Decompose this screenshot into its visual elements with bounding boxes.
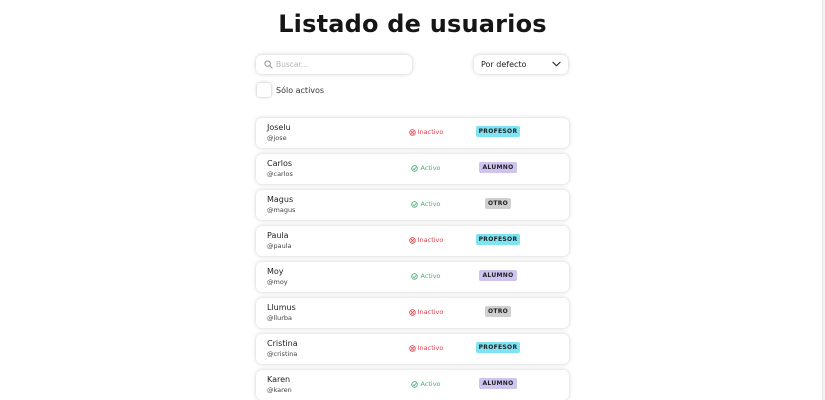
- role-label: OTRO: [484, 306, 512, 317]
- check-circle-icon: [411, 380, 419, 388]
- user-card[interactable]: Karen @karen Activo ALUMNO: [256, 370, 569, 400]
- role-label: OTRO: [484, 198, 512, 209]
- sort-select-value: Por defecto: [481, 60, 527, 69]
- user-handle: @moy: [267, 278, 288, 286]
- status-indicator: Activo: [381, 200, 471, 208]
- status-label: Inactivo: [417, 128, 444, 136]
- active-only-filter[interactable]: Sólo activos: [257, 82, 324, 98]
- user-name: Paula: [267, 231, 289, 240]
- chevron-down-icon: [552, 60, 561, 69]
- role-label: PROFESOR: [475, 126, 521, 137]
- user-handle: @magus: [267, 206, 296, 214]
- status-indicator: Activo: [381, 164, 471, 172]
- user-handle: @cristina: [267, 350, 298, 358]
- user-handle: @llurba: [267, 314, 293, 322]
- user-list-page: Listado de usuarios Por defecto Sólo act…: [0, 0, 825, 400]
- x-circle-icon: [408, 308, 416, 316]
- role-badge: OTRO: [468, 198, 528, 209]
- status-indicator: Activo: [381, 272, 471, 280]
- role-label: ALUMNO: [479, 162, 517, 173]
- status-label: Activo: [420, 380, 441, 388]
- status-label: Activo: [420, 272, 441, 280]
- user-name: Magus: [267, 195, 294, 204]
- sort-select[interactable]: Por defecto: [474, 55, 568, 74]
- search-input[interactable]: [276, 60, 401, 69]
- user-handle: @karen: [267, 386, 292, 394]
- user-card[interactable]: Moy @moy Activo ALUMNO: [256, 262, 569, 292]
- role-label: PROFESOR: [475, 234, 521, 245]
- check-circle-icon: [411, 164, 419, 172]
- role-badge: PROFESOR: [468, 234, 528, 245]
- check-circle-icon: [411, 272, 419, 280]
- user-handle: @jose: [267, 134, 287, 142]
- search-box[interactable]: [256, 55, 412, 74]
- user-card[interactable]: Paula @paula Inactivo PROFESOR: [256, 226, 569, 256]
- role-badge: OTRO: [468, 306, 528, 317]
- user-list: Joselu @jose Inactivo PROFESOR Carlos @carlos…: [256, 118, 569, 400]
- status-indicator: Inactivo: [381, 344, 471, 352]
- status-label: Inactivo: [417, 236, 444, 244]
- role-label: PROFESOR: [475, 342, 521, 353]
- role-badge: ALUMNO: [468, 162, 528, 173]
- user-card[interactable]: Carlos @carlos Activo ALUMNO: [256, 154, 569, 184]
- user-name: Moy: [267, 267, 284, 276]
- active-only-checkbox[interactable]: [257, 83, 271, 97]
- status-indicator: Inactivo: [381, 128, 471, 136]
- status-label: Activo: [420, 164, 441, 172]
- status-indicator: Activo: [381, 380, 471, 388]
- x-circle-icon: [408, 236, 416, 244]
- role-badge: ALUMNO: [468, 378, 528, 389]
- user-card[interactable]: Llumus @llurba Inactivo OTRO: [256, 298, 569, 328]
- check-circle-icon: [411, 200, 419, 208]
- role-label: ALUMNO: [479, 378, 517, 389]
- x-circle-icon: [408, 344, 416, 352]
- user-name: Joselu: [267, 123, 291, 132]
- x-circle-icon: [408, 128, 416, 136]
- role-label: ALUMNO: [479, 270, 517, 281]
- user-name: Karen: [267, 375, 291, 384]
- user-name: Carlos: [267, 159, 293, 168]
- user-card[interactable]: Cristina @cristina Inactivo PROFESOR: [256, 334, 569, 364]
- page-title: Listado de usuarios: [278, 10, 547, 38]
- user-name: Cristina: [267, 339, 298, 348]
- user-card[interactable]: Joselu @jose Inactivo PROFESOR: [256, 118, 569, 148]
- role-badge: PROFESOR: [468, 126, 528, 137]
- search-icon: [263, 59, 274, 70]
- role-badge: ALUMNO: [468, 270, 528, 281]
- user-handle: @paula: [267, 242, 292, 250]
- status-label: Inactivo: [417, 308, 444, 316]
- user-name: Llumus: [267, 303, 296, 312]
- status-indicator: Inactivo: [381, 308, 471, 316]
- status-label: Activo: [420, 200, 441, 208]
- user-card[interactable]: Magus @magus Activo OTRO: [256, 190, 569, 220]
- user-handle: @carlos: [267, 170, 293, 178]
- role-badge: PROFESOR: [468, 342, 528, 353]
- active-only-label: Sólo activos: [276, 85, 325, 95]
- status-label: Inactivo: [417, 344, 444, 352]
- status-indicator: Inactivo: [381, 236, 471, 244]
